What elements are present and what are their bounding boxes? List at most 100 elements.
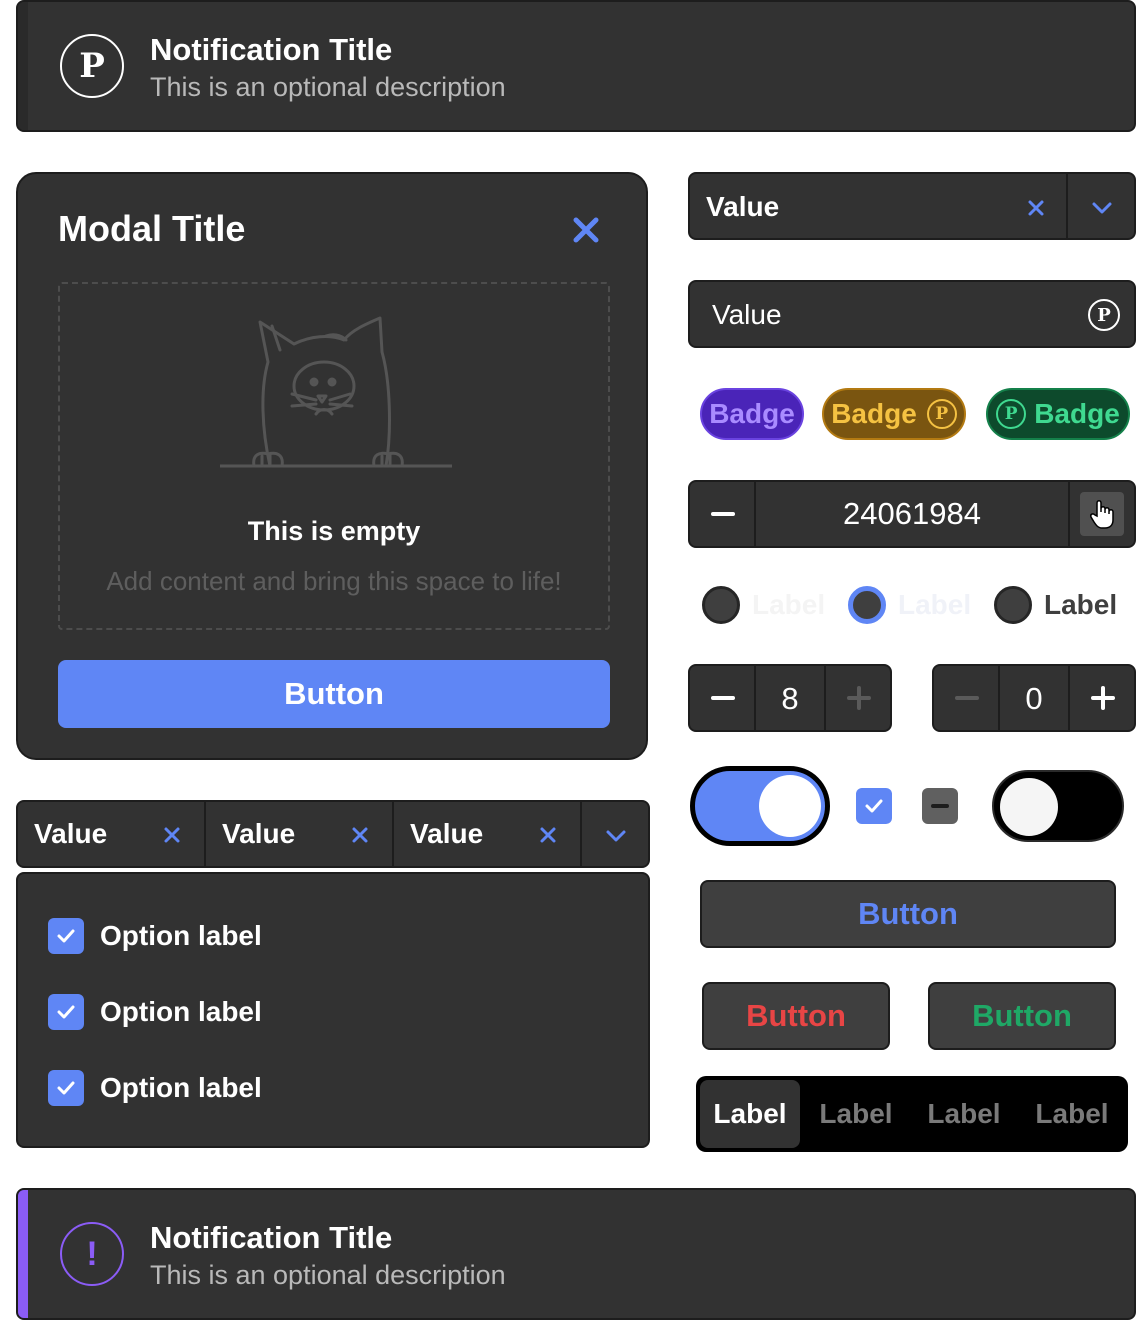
selected-chip: Value [18, 802, 206, 866]
radio-circle [702, 586, 740, 624]
plus-icon [1091, 686, 1115, 710]
option-label: Option label [100, 920, 262, 951]
dropdown-toggle[interactable] [582, 802, 648, 866]
notification-description: This is an optional description [150, 1260, 506, 1290]
remove-chip-icon[interactable] [538, 825, 558, 845]
modal-primary-button[interactable]: Button [58, 660, 610, 728]
increment-button[interactable] [824, 666, 890, 730]
segment-item-selected[interactable]: Label [700, 1080, 800, 1148]
stepper-value[interactable]: 8 [756, 681, 824, 717]
toggle-knob [1000, 778, 1058, 836]
decrement-button[interactable] [690, 666, 756, 730]
toggle-off[interactable] [992, 770, 1124, 842]
checkbox-checked [48, 994, 84, 1030]
checkbox-indeterminate[interactable] [922, 788, 958, 824]
radio-label: Label [898, 589, 972, 620]
minus-icon [711, 696, 735, 700]
input-value: Value [712, 299, 782, 330]
empty-state: This is empty Add content and bring this… [58, 282, 610, 630]
danger-button[interactable]: Button [702, 982, 890, 1050]
selected-chip: Value [206, 802, 394, 866]
minus-icon [955, 696, 979, 700]
badge-purple: Badge [700, 388, 804, 440]
segment-item[interactable]: Label [914, 1080, 1014, 1148]
badge-green: P Badge [986, 388, 1130, 440]
option-label: Option label [100, 996, 262, 1027]
number-stepper: 24061984 [688, 480, 1136, 548]
chip-value: Value [34, 818, 108, 849]
checkbox-checked [48, 1070, 84, 1106]
decrement-button[interactable] [934, 666, 1000, 730]
increment-button[interactable] [1068, 482, 1134, 546]
options-menu: Option label Option label Option label [16, 872, 650, 1148]
radio-circle [994, 586, 1032, 624]
hand-cursor-icon [1090, 500, 1114, 529]
exclamation-circle-icon: ! [60, 1222, 124, 1286]
modal: Modal Title This is empty Add content an… [16, 172, 648, 760]
chip-value: Value [410, 818, 484, 849]
notification-stripe [18, 2, 28, 130]
empty-title: This is empty [247, 516, 421, 546]
stepper-value[interactable]: 0 [1000, 681, 1068, 717]
p-circle-icon: P [1088, 299, 1120, 331]
decrement-button[interactable] [690, 482, 756, 546]
notification-title: Notification Title [150, 32, 393, 67]
toggle-on[interactable] [690, 766, 830, 846]
badge-yellow: Badge P [822, 388, 966, 440]
segment-item[interactable]: Label [1022, 1080, 1122, 1148]
text-input[interactable]: Value P [688, 280, 1136, 348]
option-label: Option label [100, 1072, 262, 1103]
badge-label: Badge [1034, 398, 1120, 429]
radio-default[interactable]: Label [994, 586, 1117, 624]
option-item[interactable]: Option label [48, 992, 262, 1032]
option-item[interactable]: Option label [48, 1068, 262, 1108]
notification-description: This is an optional description [150, 72, 506, 102]
increment-button[interactable] [1068, 666, 1134, 730]
p-circle-icon: P [996, 399, 1027, 429]
primary-button[interactable]: Button [700, 880, 1116, 948]
chip-value: Value [222, 818, 296, 849]
selected-chip: Value [394, 802, 582, 866]
segmented-control: Label Label Label Label [696, 1076, 1128, 1152]
close-icon[interactable] [566, 210, 606, 250]
p-circle-icon: P [60, 34, 124, 98]
notification-title: Notification Title [150, 1220, 393, 1255]
check-icon [57, 1005, 75, 1019]
check-icon [865, 799, 883, 813]
small-stepper: 0 [932, 664, 1136, 732]
dropdown-toggle[interactable] [1066, 174, 1134, 238]
checkbox-checked[interactable] [856, 788, 892, 824]
toggle-knob [759, 775, 821, 837]
p-circle-icon: P [926, 399, 957, 429]
remove-chip-icon[interactable] [350, 825, 370, 845]
small-stepper: 8 [688, 664, 892, 732]
radio-label: Label [1044, 589, 1118, 620]
option-item[interactable]: Option label [48, 916, 262, 956]
chevron-down-icon [1092, 202, 1112, 214]
minus-icon [931, 804, 949, 808]
multi-select[interactable]: Value Value Value [16, 800, 650, 868]
stepper-value[interactable]: 24061984 [756, 496, 1068, 532]
notification-stripe [18, 1190, 28, 1318]
cat-illustration [220, 316, 452, 468]
plus-icon [847, 686, 871, 710]
minus-icon [711, 512, 735, 516]
radio-focused[interactable]: Label [848, 586, 971, 624]
empty-description: Add content and bring this space to life… [106, 566, 562, 596]
segment-item[interactable]: Label [806, 1080, 906, 1148]
check-icon [57, 929, 75, 943]
radio-circle [848, 586, 886, 624]
badge-label: Badge [831, 398, 917, 429]
clear-icon[interactable] [1026, 198, 1046, 218]
single-select[interactable]: Value [688, 172, 1136, 240]
radio-label: Label [752, 589, 826, 620]
select-value: Value [706, 191, 780, 222]
badge-label: Badge [709, 398, 795, 429]
remove-chip-icon[interactable] [162, 825, 182, 845]
radio-disabled[interactable]: Label [702, 586, 825, 624]
checkbox-checked [48, 918, 84, 954]
modal-title: Modal Title [58, 208, 246, 249]
chevron-down-icon [606, 830, 626, 842]
success-button[interactable]: Button [928, 982, 1116, 1050]
check-icon [57, 1081, 75, 1095]
